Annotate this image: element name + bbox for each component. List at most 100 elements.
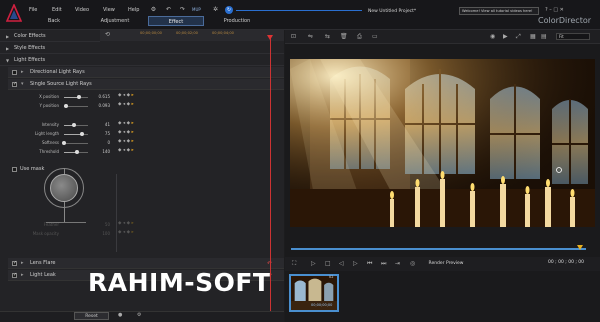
eye-icon[interactable]: ◎ <box>410 260 415 267</box>
slider-knob[interactable] <box>75 150 80 154</box>
param-row[interactable]: Light length 75 ◆ ◂ ◆ ▸ <box>8 130 284 139</box>
crop-icon[interactable]: ⊡ <box>291 33 296 40</box>
back-tab[interactable]: Back <box>34 16 74 26</box>
scrubber-marker[interactable] <box>577 245 583 250</box>
render-preview-button[interactable]: Render Preview <box>425 259 467 268</box>
expand-arrow-icon: ▸ <box>21 272 24 278</box>
production-tab[interactable]: Production <box>212 16 262 26</box>
keyframe-controls[interactable]: ◆ ◂ ◆ ▸ <box>118 121 134 126</box>
param-value[interactable]: 41 <box>88 122 110 127</box>
layout-icon[interactable]: ▤ <box>541 33 547 40</box>
play-icon[interactable]: ▷ <box>311 260 316 267</box>
adjustment-tab[interactable]: Adjustment <box>90 16 140 26</box>
menu-view[interactable]: View <box>103 7 115 13</box>
directional-light-rays-row[interactable]: ▸ Directional Light Rays <box>8 67 284 78</box>
collapse-arrow-icon: ▼ <box>6 58 10 63</box>
slider-knob[interactable] <box>71 123 76 127</box>
light-leak-checkbox[interactable] <box>12 272 17 278</box>
expand-arrow-icon: ▶ <box>6 34 10 39</box>
slider-knob[interactable] <box>76 95 81 99</box>
keyframe-controls[interactable]: ◆ ◂ ◆ ▸ <box>118 102 134 107</box>
update-icon[interactable]: ↻ <box>225 6 233 14</box>
single-source-light-rays-row[interactable]: ▾ Single Source Light Rays <box>8 79 284 90</box>
lens-flare-checkbox[interactable] <box>12 260 17 266</box>
param-value: 50 <box>104 222 110 227</box>
reset-button[interactable]: Reset <box>74 312 109 320</box>
param-row[interactable]: Threshold 140 ◆ ◂ ◆ ▸ <box>8 148 284 157</box>
delete-icon[interactable]: 🗑 <box>340 33 348 40</box>
keyframe-dot-icon[interactable]: ● <box>118 312 122 318</box>
playhead-marker[interactable] <box>267 35 273 40</box>
panel-footer <box>0 311 284 322</box>
param-value[interactable]: 0 <box>88 140 110 145</box>
param-slider[interactable] <box>62 141 88 145</box>
expand-arrow-icon: ▸ <box>21 69 24 75</box>
light-effects-section[interactable]: ▼ Light Effects <box>0 55 284 66</box>
param-label: Threshold <box>39 149 59 154</box>
playback-mode-icon[interactable]: ▶ <box>503 33 508 40</box>
param-slider[interactable] <box>64 95 88 99</box>
clip-timecode-label: 00;00;00;00 <box>311 303 333 307</box>
split-view-icon[interactable]: ⇋ <box>308 33 313 40</box>
menu-help[interactable]: Help <box>128 7 139 13</box>
timecode-display[interactable]: 00 ; 00 ; 00 ; 00 <box>548 260 584 265</box>
stop-icon[interactable]: □ <box>325 260 331 267</box>
effect-tab[interactable]: Effect <box>148 16 204 26</box>
radio-icon[interactable]: ◉ <box>490 33 495 40</box>
snapshot-icon[interactable]: ⎙ <box>357 33 362 41</box>
single-source-checkbox[interactable] <box>12 81 17 87</box>
use-mask-checkbox[interactable] <box>12 167 17 172</box>
menu-video[interactable]: Video <box>75 7 89 13</box>
mask-shape-preview[interactable] <box>50 174 78 202</box>
menu-edit[interactable]: Edit <box>52 7 62 13</box>
param-row[interactable]: Intensity 41 ◆ ◂ ◆ ▸ <box>8 121 284 130</box>
menu-file[interactable]: File <box>29 7 37 13</box>
style-effects-section[interactable]: ▶ Style Effects <box>0 43 284 54</box>
settings-icon[interactable]: ⚙ <box>150 6 157 13</box>
fullscreen-icon[interactable]: ⤢ <box>516 33 521 41</box>
colordirector-logo-icon <box>6 4 22 22</box>
param-slider[interactable] <box>64 104 88 108</box>
slider-knob[interactable] <box>80 132 84 136</box>
expand-arrow-icon: ▶ <box>6 46 10 51</box>
param-row[interactable]: Softness 0 ◆ ◂ ◆ ▸ <box>8 139 284 148</box>
fast-forward-icon[interactable]: ⏭ <box>381 260 386 268</box>
compare-icon[interactable]: ⇆ <box>325 33 330 40</box>
previous-frame-icon[interactable]: ◁ <box>339 260 344 267</box>
param-row[interactable]: X position 0.615 ◆ ◂ ◆ ▸ <box>8 93 284 102</box>
zoom-icon[interactable]: ⟲ <box>105 31 110 38</box>
window-controls[interactable]: ? – □ ✕ <box>545 7 564 13</box>
param-slider[interactable] <box>64 123 88 127</box>
redo-icon[interactable]: ↷ <box>179 6 186 13</box>
rewind-icon[interactable]: ⏮ <box>367 260 372 268</box>
zoom-fit-select[interactable]: Fit <box>556 33 590 40</box>
slider-knob[interactable] <box>64 104 69 108</box>
slider-knob[interactable] <box>62 141 66 145</box>
param-slider[interactable] <box>64 150 88 154</box>
directional-checkbox[interactable] <box>12 70 17 75</box>
collapse-arrow-icon: ▾ <box>21 81 24 87</box>
end-icon[interactable]: ⇥ <box>395 260 400 267</box>
monitor-icon[interactable]: ▭ <box>372 33 378 40</box>
param-row[interactable]: Y position 0.093 ◆ ◂ ◆ ▸ <box>8 102 284 111</box>
param-value[interactable]: 0.615 <box>88 94 110 99</box>
fullscreen-icon[interactable]: ⛶ <box>292 260 296 268</box>
grid-view-icon[interactable]: ▦ <box>530 33 536 40</box>
welcome-tutorial-box[interactable]: Welcome! View all tutorial videos here! <box>459 7 539 15</box>
keyframe-controls[interactable]: ◆ ◂ ◆ ▸ <box>118 93 134 98</box>
param-value[interactable]: 140 <box>88 149 110 154</box>
param-value[interactable]: 75 <box>88 131 110 136</box>
param-slider[interactable] <box>64 132 88 136</box>
keyframe-controls[interactable]: ◆ ◂ ◆ ▸ <box>118 130 134 135</box>
keyframe-controls[interactable]: ◆ ◂ ◆ ▸ <box>118 148 134 153</box>
gear-icon[interactable]: ⚙ <box>137 312 141 318</box>
undo-icon[interactable]: ↶ <box>165 6 172 13</box>
next-frame-icon[interactable]: ▷ <box>353 260 358 267</box>
param-value[interactable]: 0.093 <box>88 103 110 108</box>
timeline-scrubber[interactable] <box>291 248 586 250</box>
keyframe-controls[interactable]: ◆ ◂ ◆ ▸ <box>118 139 134 144</box>
color-effects-section[interactable]: ▶ Color Effects <box>0 31 100 42</box>
mup-badge[interactable]: MUP <box>192 7 201 12</box>
video-preview[interactable] <box>290 59 595 227</box>
gear-icon[interactable]: ✲ <box>212 6 219 13</box>
